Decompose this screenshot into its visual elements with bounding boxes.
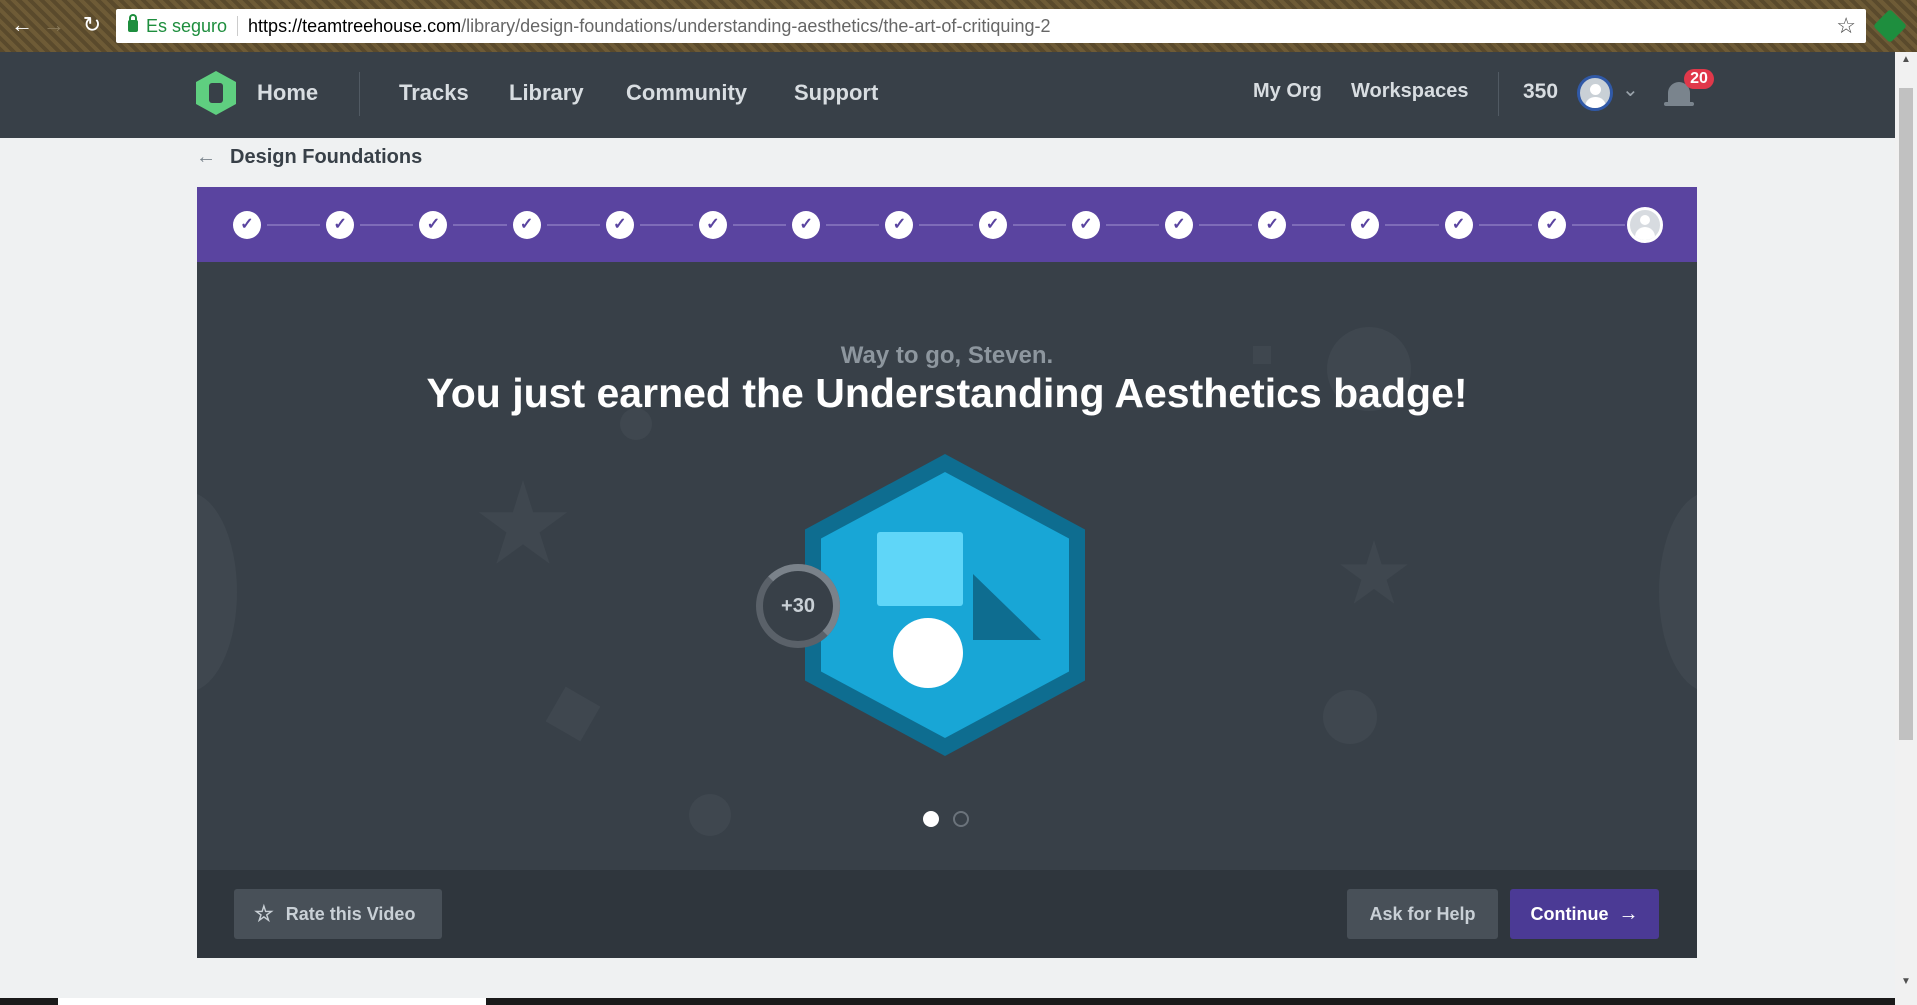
progress-step-complete-check-icon[interactable]: ✓: [1351, 211, 1380, 239]
progress-step-complete-check-icon[interactable]: ✓: [1444, 211, 1473, 239]
progress-connector: [1012, 224, 1066, 226]
progress-step-complete-check-icon[interactable]: ✓: [885, 211, 914, 239]
continue-button[interactable]: Continue →: [1510, 889, 1659, 939]
back-icon[interactable]: ←: [10, 13, 34, 37]
nav-divider: [1498, 72, 1499, 116]
decorative-circle: [1323, 690, 1377, 744]
extension-icon[interactable]: [1873, 9, 1907, 43]
decorative-circle: [1659, 492, 1697, 692]
rate-video-button[interactable]: ☆ Rate this Video: [234, 889, 442, 939]
decorative-star: [1340, 540, 1408, 604]
progress-step-complete-check-icon[interactable]: ✓: [1258, 211, 1287, 239]
points-total: 350: [1523, 80, 1559, 103]
progress-step-current[interactable]: [1627, 207, 1663, 243]
points-earned-ring: +30: [756, 564, 840, 648]
nav-workspaces[interactable]: Workspaces: [1351, 80, 1468, 103]
treehouse-logo-icon[interactable]: [196, 71, 236, 115]
address-bar[interactable]: Es seguro https://teamtreehouse.com/libr…: [116, 9, 1866, 43]
progress-connector: [267, 224, 321, 226]
achievement-stage: Way to go, Steven. You just earned the U…: [197, 262, 1697, 870]
progress-connector: [1199, 224, 1253, 226]
course-progress-bar: ✓ ✓ ✓ ✓ ✓ ✓ ✓ ✓ ✓ ✓ ✓ ✓ ✓ ✓ ✓: [197, 187, 1697, 262]
nav-divider: [359, 72, 360, 116]
progress-connector: [919, 224, 973, 226]
nav-tracks[interactable]: Tracks: [399, 80, 469, 106]
progress-connector: [733, 224, 787, 226]
scroll-up-arrow-icon[interactable]: ▲: [1900, 54, 1912, 65]
user-avatar[interactable]: [1577, 75, 1613, 111]
nav-home[interactable]: Home: [257, 80, 318, 106]
scroll-down-arrow-icon[interactable]: ▼: [1900, 976, 1912, 987]
nav-community[interactable]: Community: [626, 80, 747, 106]
url-path: /library/design-foundations/understandin…: [461, 15, 1051, 36]
notification-count-badge: 20: [1684, 69, 1714, 89]
arrow-right-icon: →: [1618, 902, 1639, 925]
nav-my-org[interactable]: My Org: [1253, 80, 1322, 103]
greeting-text: Way to go, Steven.: [840, 342, 1054, 369]
pagination-dot[interactable]: [923, 811, 939, 827]
page-scrollbar[interactable]: ▲ ▼: [1895, 52, 1917, 1005]
decorative-square: [545, 686, 601, 742]
decorative-star: [478, 480, 568, 564]
nav-library[interactable]: Library: [509, 80, 584, 106]
lock-icon: [128, 14, 138, 32]
browser-toolbar: ← → ↻ Es seguro https://teamtreehouse.co…: [0, 0, 1917, 52]
progress-connector: [453, 224, 507, 226]
progress-connector: [1385, 224, 1439, 226]
rate-video-label: Rate this Video: [285, 903, 416, 924]
progress-step-complete-check-icon[interactable]: ✓: [512, 211, 541, 239]
progress-connector: [1105, 224, 1159, 226]
progress-connector: [1571, 224, 1625, 226]
ask-for-help-button[interactable]: Ask for Help: [1347, 889, 1498, 939]
progress-connector: [639, 224, 693, 226]
forward-icon[interactable]: →: [42, 13, 66, 37]
url-host: https://teamtreehouse.com: [248, 15, 462, 36]
progress-step-complete-check-icon[interactable]: ✓: [605, 211, 634, 239]
progress-step-complete-check-icon[interactable]: ✓: [699, 211, 727, 239]
star-outline-icon: ☆: [254, 901, 274, 926]
pagination-dot[interactable]: [953, 811, 969, 827]
os-taskbar: [0, 998, 1895, 1005]
progress-connector: [1292, 224, 1346, 226]
badge-circle-shape: [893, 618, 963, 688]
progress-connector: [360, 224, 414, 226]
secure-label: Es seguro: [146, 15, 228, 36]
progress-step-complete-check-icon[interactable]: ✓: [1071, 211, 1100, 239]
progress-step-complete-check-icon[interactable]: ✓: [419, 211, 448, 239]
progress-step-complete-check-icon[interactable]: ✓: [1165, 211, 1193, 239]
bookmark-star-icon[interactable]: ☆: [1836, 13, 1856, 39]
badge-square-shape: [877, 532, 963, 606]
top-navigation: Home Tracks Library Community Support My…: [0, 52, 1895, 138]
url-divider: [237, 16, 239, 36]
breadcrumb[interactable]: ← Design Foundations: [196, 146, 422, 169]
continue-label: Continue: [1530, 903, 1609, 924]
progress-connector: [546, 224, 600, 226]
progress-step-complete-check-icon[interactable]: ✓: [233, 211, 261, 239]
scrollbar-thumb[interactable]: [1899, 88, 1913, 740]
breadcrumb-label[interactable]: Design Foundations: [230, 146, 422, 169]
progress-step-complete-check-icon[interactable]: ✓: [326, 211, 355, 239]
decorative-circle: [197, 492, 237, 692]
understanding-aesthetics-badge-icon: [805, 454, 1085, 756]
progress-step-complete-check-icon[interactable]: ✓: [978, 211, 1007, 239]
progress-connector: [1478, 224, 1532, 226]
video-action-bar: ☆ Rate this Video Ask for Help Continue …: [197, 870, 1697, 958]
slide-pagination: [923, 811, 969, 827]
badge-headline: You just earned the Understanding Aesthe…: [426, 370, 1468, 416]
reload-icon[interactable]: ↻: [80, 13, 104, 37]
nav-support[interactable]: Support: [794, 80, 878, 106]
back-arrow-icon[interactable]: ←: [196, 146, 216, 169]
decorative-circle: [689, 794, 731, 836]
progress-step-complete-check-icon[interactable]: ✓: [1537, 211, 1566, 239]
progress-connector: [826, 224, 880, 226]
chevron-down-icon[interactable]: ⌄: [1622, 77, 1639, 102]
progress-step-complete-check-icon[interactable]: ✓: [792, 211, 821, 239]
